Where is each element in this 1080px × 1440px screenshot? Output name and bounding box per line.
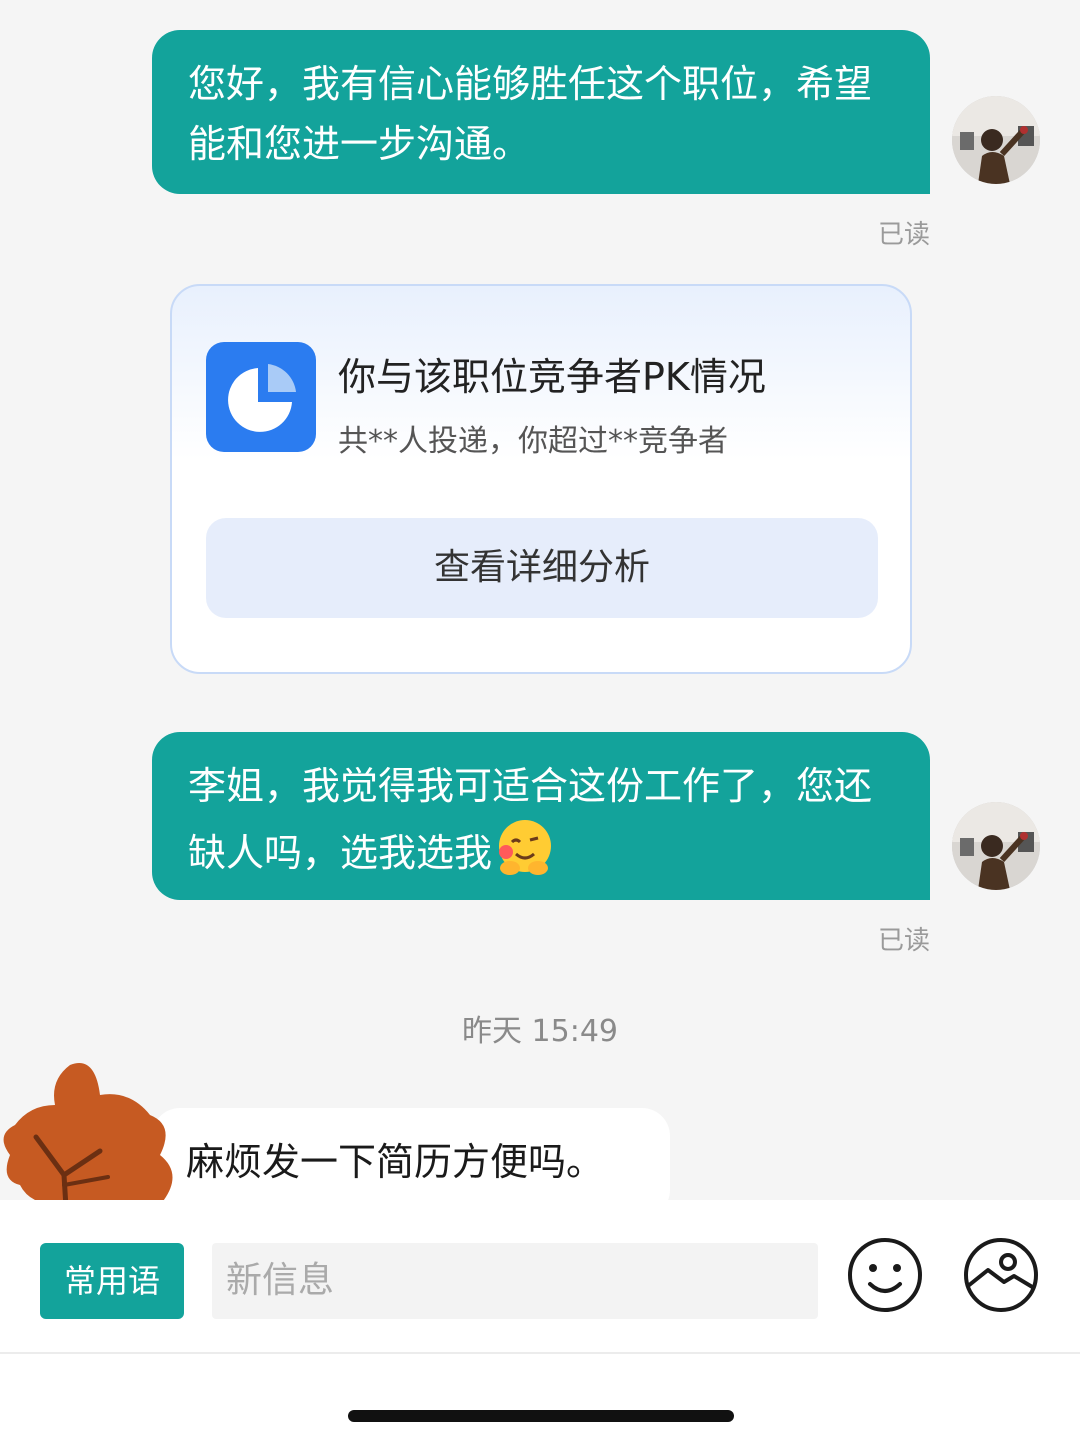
message-input[interactable] <box>212 1243 818 1319</box>
message-text: 您好，我有信心能够胜任这个职位，希望能和您进一步沟通。 <box>188 62 873 166</box>
chat-area[interactable]: 您好，我有信心能够胜任这个职位，希望能和您进一步沟通。 已读 你与该职位竞争者P… <box>0 0 1080 1200</box>
avatar[interactable] <box>952 96 1040 184</box>
avatar-photo <box>952 802 1040 890</box>
incoming-message[interactable]: 麻烦发一下简历方便吗。 <box>152 1108 670 1200</box>
message-timestamp: 昨天 15:49 <box>462 1014 618 1049</box>
smiley-icon[interactable] <box>846 1236 924 1314</box>
pie-chart-icon <box>206 342 316 452</box>
outgoing-message[interactable]: 您好，我有信心能够胜任这个职位，希望能和您进一步沟通。 <box>152 30 930 194</box>
card-title: 你与该职位竞争者PK情况 <box>338 355 766 399</box>
read-status: 已读 <box>877 220 930 250</box>
message-text: 麻烦发一下简历方便吗。 <box>186 1140 605 1184</box>
competition-card[interactable]: 你与该职位竞争者PK情况 共**人投递，你超过**竞争者 查看详细分析 <box>170 284 912 674</box>
card-subtitle: 共**人投递，你超过**竞争者 <box>338 424 728 459</box>
hugging-face-emoji <box>492 816 554 878</box>
divider <box>0 1352 1080 1354</box>
read-status: 已读 <box>877 926 930 956</box>
avatar[interactable] <box>952 802 1040 890</box>
home-indicator[interactable] <box>348 1410 734 1422</box>
outgoing-message[interactable]: 李姐，我觉得我可适合这份工作了，您还缺人吗，选我选我 <box>152 732 930 900</box>
input-bar: 常用语 <box>0 1200 1080 1440</box>
leaf-sticker <box>3 1063 173 1200</box>
image-icon[interactable] <box>962 1236 1040 1314</box>
view-analysis-button[interactable]: 查看详细分析 <box>206 518 878 618</box>
quick-phrases-button[interactable]: 常用语 <box>40 1243 184 1319</box>
avatar-photo <box>952 96 1040 184</box>
